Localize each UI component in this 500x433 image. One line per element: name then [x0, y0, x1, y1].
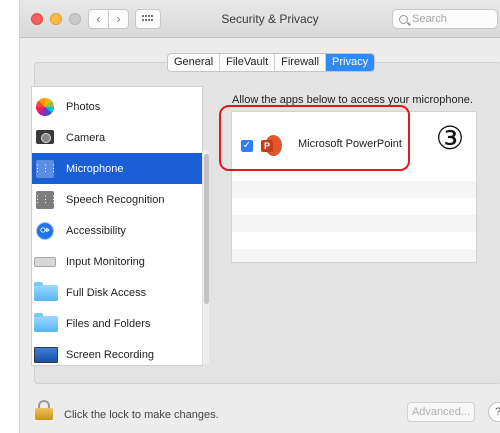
tab-privacy[interactable]: Privacy	[326, 54, 375, 71]
search-field[interactable]	[392, 9, 498, 29]
grid-icon	[142, 15, 154, 23]
lock-icon[interactable]	[35, 400, 53, 420]
photos-icon	[36, 97, 54, 116]
chevron-left-icon: ‹	[96, 12, 101, 26]
sidebar-item-label: Full Disk Access	[66, 286, 147, 299]
step-number-marker: ③	[435, 119, 465, 157]
sidebar-item-label: Files and Folders	[66, 317, 151, 330]
sidebar-item-full-disk-access[interactable]: Full Disk Access	[32, 277, 202, 308]
camera-icon	[36, 130, 54, 144]
sidebar-item-camera[interactable]: Camera	[32, 122, 202, 153]
sidebar-item-label: Speech Recognition	[66, 193, 165, 206]
folder-icon	[34, 281, 58, 301]
forward-button[interactable]: ›	[108, 9, 129, 29]
microphone-waveform-icon: ⋮⋮⋮	[33, 159, 58, 178]
list-row-empty	[232, 198, 476, 215]
sidebar-item-label: Camera	[66, 131, 106, 144]
chevron-right-icon: ›	[116, 12, 121, 26]
list-row-empty	[232, 232, 476, 249]
sidebar-item-label: Input Monitoring	[66, 255, 145, 268]
annotation-highlight-box	[219, 105, 410, 171]
list-row-empty	[232, 215, 476, 232]
scrollbar-thumb[interactable]	[204, 154, 209, 304]
sidebar-item-label: Accessibility	[66, 224, 126, 237]
sidebar-item-speech-recognition[interactable]: ⋮⋮⋮ Speech Recognition	[32, 184, 202, 215]
tab-filevault[interactable]: FileVault	[220, 54, 276, 71]
keyboard-icon	[34, 256, 56, 267]
sidebar-item-photos[interactable]: Photos	[32, 91, 202, 122]
close-window-button[interactable]	[31, 13, 43, 25]
lock-hint-text: Click the lock to make changes.	[64, 409, 219, 421]
back-button[interactable]: ‹	[88, 9, 109, 29]
search-input[interactable]	[412, 13, 492, 25]
sidebar-item-screen-recording[interactable]: Screen Recording	[32, 339, 202, 365]
title-bar: ‹ › Security & Privacy	[20, 0, 500, 38]
tab-general[interactable]: General	[168, 54, 221, 71]
folder-icon	[34, 312, 58, 332]
list-row-empty	[232, 181, 476, 198]
sidebar-item-files-and-folders[interactable]: Files and Folders	[32, 308, 202, 339]
sidebar-item-label: Screen Recording	[66, 348, 155, 361]
minimize-window-button[interactable]	[50, 13, 62, 25]
accessibility-icon: ⚩	[36, 221, 54, 240]
zoom-window-button[interactable]	[69, 13, 81, 25]
screen-icon	[34, 346, 58, 363]
sidebar-scrollbar[interactable]	[202, 150, 209, 364]
sidebar-item-microphone[interactable]: ⋮⋮⋮ Microphone	[32, 153, 202, 184]
list-row-empty	[232, 249, 476, 262]
advanced-button[interactable]: Advanced...	[407, 402, 475, 422]
privacy-category-list: Photos Camera ⋮⋮⋮ Microphone ⋮⋮⋮ Speech …	[31, 86, 203, 366]
tab-firewall[interactable]: Firewall	[275, 54, 327, 71]
search-icon	[399, 14, 408, 24]
sidebar-item-input-monitoring[interactable]: Input Monitoring	[32, 246, 202, 277]
window-title: Security & Privacy	[221, 12, 319, 26]
sidebar-item-label: Photos	[66, 100, 101, 113]
speech-waveform-icon: ⋮⋮⋮	[33, 190, 58, 209]
tab-bar: General FileVault Firewall Privacy	[167, 53, 376, 72]
sidebar-item-accessibility[interactable]: ⚩ Accessibility	[32, 215, 202, 246]
sidebar-item-label: Microphone	[66, 162, 124, 175]
show-all-button[interactable]	[135, 9, 161, 29]
